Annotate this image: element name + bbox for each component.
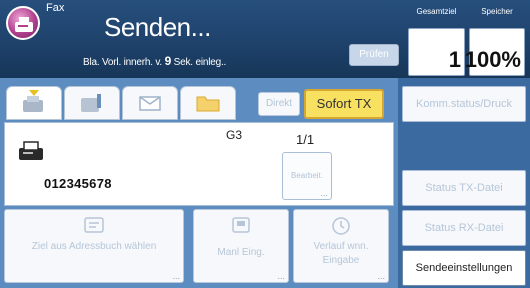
- tab-info-address[interactable]: [64, 86, 120, 120]
- clock-icon: [332, 217, 350, 235]
- subtitle-before: Bla. Vorl. innerh. v.: [83, 57, 162, 68]
- status-subtitle: Bla. Vorl. innerh. v. 9 Sek. einleg..: [83, 54, 226, 68]
- email-icon: [139, 96, 161, 111]
- address-book-label: Ziel aus Adressbuch wählen: [31, 241, 157, 252]
- manual-entry-button[interactable]: Manl Eing. ...: [193, 209, 289, 283]
- ellipsis-icon: ...: [172, 271, 180, 281]
- ellipsis-icon: ...: [320, 188, 328, 198]
- manual-entry-label: Manl Eing.: [217, 247, 265, 258]
- tab-email[interactable]: [122, 86, 178, 120]
- destination-list[interactable]: [4, 122, 394, 206]
- memory-label: Speicher: [481, 7, 513, 16]
- tab-folder[interactable]: [180, 86, 236, 120]
- fax-destination-icon: [23, 90, 43, 112]
- subtitle-after: Sek. einleg..: [173, 57, 227, 68]
- edit-destination-label: Bearbeit.: [290, 171, 324, 180]
- tab-fax-destination[interactable]: [6, 86, 62, 120]
- destination-mode: G3: [226, 128, 243, 142]
- status-tx-button[interactable]: Status TX-Datei: [402, 170, 526, 206]
- send-settings-button[interactable]: Sendeeinstellungen: [402, 250, 526, 286]
- ellipsis-icon: ...: [277, 271, 285, 281]
- history-label: Verlauf wnn. Eingabe: [313, 241, 369, 266]
- ellipsis-icon: ...: [377, 271, 385, 281]
- pruefen-button[interactable]: Prüfen: [349, 44, 399, 66]
- total-destinations-value: 1: [448, 47, 461, 72]
- comm-status-button[interactable]: Komm.status/Druck: [402, 86, 526, 122]
- address-book-icon: [84, 217, 104, 233]
- destination-number: 012345678: [44, 176, 112, 191]
- memory-value: 100%: [464, 47, 521, 72]
- sofort-tx-button[interactable]: Sofort TX: [304, 89, 384, 119]
- info-address-icon: [81, 94, 101, 112]
- history-button[interactable]: Verlauf wnn. Eingabe ...: [293, 209, 389, 283]
- edit-destination-button[interactable]: Bearbeit. ...: [282, 152, 332, 200]
- fax-machine-icon: [18, 140, 44, 167]
- status-rx-button[interactable]: Status RX-Datei: [402, 210, 526, 246]
- direkt-button[interactable]: Direkt: [258, 92, 300, 116]
- memory-counter: Speicher 100%: [465, 7, 525, 76]
- total-destinations-label: Gesamtziel: [416, 7, 457, 16]
- app-name: Fax: [46, 2, 65, 14]
- total-destinations-counter: Gesamtziel 1: [408, 7, 465, 76]
- address-book-button[interactable]: Ziel aus Adressbuch wählen ...: [4, 209, 184, 283]
- fax-app-icon: [6, 6, 40, 40]
- subtitle-seconds: 9: [164, 54, 172, 68]
- page-title: Senden...: [104, 12, 211, 42]
- keypad-icon: [232, 217, 250, 233]
- folder-icon: [196, 96, 220, 112]
- destination-count: 1/1: [296, 132, 315, 147]
